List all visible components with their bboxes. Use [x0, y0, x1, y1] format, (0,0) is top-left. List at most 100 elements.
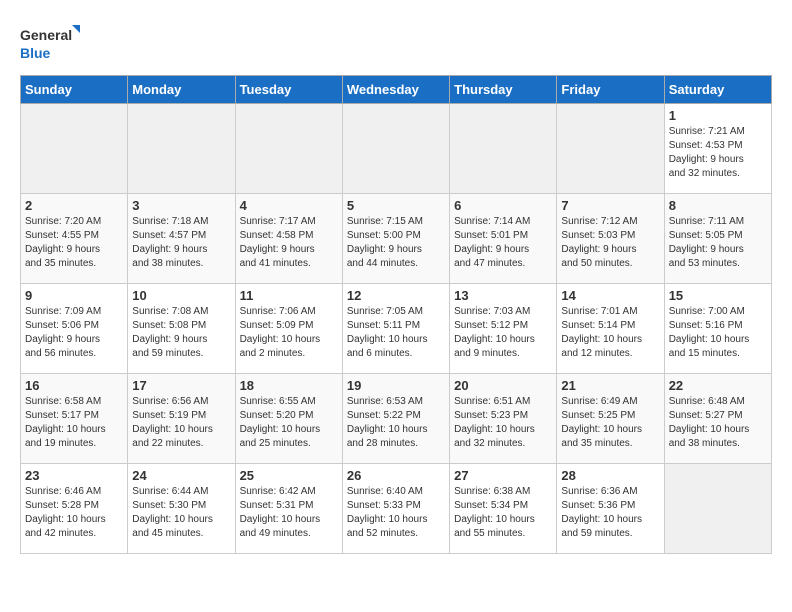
- day-info: Sunrise: 6:56 AM Sunset: 5:19 PM Dayligh…: [132, 395, 230, 451]
- day-cell: [664, 464, 771, 554]
- day-cell: 21 Sunrise: 6:49 AM Sunset: 5:25 PM Dayli…: [557, 374, 664, 464]
- day-number: 26: [347, 468, 445, 483]
- day-cell: 10 Sunrise: 7:08 AM Sunset: 5:08 PM Dayli…: [128, 284, 235, 374]
- day-cell: [235, 104, 342, 194]
- week-row-5: 23 Sunrise: 6:46 AM Sunset: 5:28 PM Dayli…: [21, 464, 772, 554]
- day-info: Sunrise: 7:09 AM Sunset: 5:06 PM Dayligh…: [25, 305, 123, 361]
- day-number: 11: [240, 288, 338, 303]
- day-info: Sunrise: 7:01 AM Sunset: 5:14 PM Dayligh…: [561, 305, 659, 361]
- weekday-header-wednesday: Wednesday: [342, 76, 449, 104]
- day-number: 2: [25, 198, 123, 213]
- svg-text:Blue: Blue: [20, 45, 51, 61]
- day-number: 27: [454, 468, 552, 483]
- day-number: 7: [561, 198, 659, 213]
- day-cell: [557, 104, 664, 194]
- week-row-2: 2 Sunrise: 7:20 AM Sunset: 4:55 PM Daylig…: [21, 194, 772, 284]
- calendar-table: SundayMondayTuesdayWednesdayThursdayFrid…: [20, 75, 772, 554]
- day-cell: 8 Sunrise: 7:11 AM Sunset: 5:05 PM Daylig…: [664, 194, 771, 284]
- day-cell: 22 Sunrise: 6:48 AM Sunset: 5:27 PM Dayli…: [664, 374, 771, 464]
- day-number: 22: [669, 378, 767, 393]
- day-info: Sunrise: 7:11 AM Sunset: 5:05 PM Dayligh…: [669, 215, 767, 271]
- day-info: Sunrise: 7:08 AM Sunset: 5:08 PM Dayligh…: [132, 305, 230, 361]
- day-info: Sunrise: 6:46 AM Sunset: 5:28 PM Dayligh…: [25, 485, 123, 541]
- day-info: Sunrise: 7:18 AM Sunset: 4:57 PM Dayligh…: [132, 215, 230, 271]
- day-cell: 28 Sunrise: 6:36 AM Sunset: 5:36 PM Dayli…: [557, 464, 664, 554]
- day-info: Sunrise: 6:49 AM Sunset: 5:25 PM Dayligh…: [561, 395, 659, 451]
- week-row-4: 16 Sunrise: 6:58 AM Sunset: 5:17 PM Dayli…: [21, 374, 772, 464]
- day-number: 5: [347, 198, 445, 213]
- day-cell: 24Sunrise: 6:44 AM Sunset: 5:30 PM Dayli…: [128, 464, 235, 554]
- day-cell: 27Sunrise: 6:38 AM Sunset: 5:34 PM Dayli…: [450, 464, 557, 554]
- day-cell: 12 Sunrise: 7:05 AM Sunset: 5:11 PM Dayli…: [342, 284, 449, 374]
- day-number: 21: [561, 378, 659, 393]
- day-cell: 23 Sunrise: 6:46 AM Sunset: 5:28 PM Dayli…: [21, 464, 128, 554]
- day-info: Sunrise: 7:00 AM Sunset: 5:16 PM Dayligh…: [669, 305, 767, 361]
- day-number: 8: [669, 198, 767, 213]
- day-cell: [342, 104, 449, 194]
- day-number: 15: [669, 288, 767, 303]
- day-cell: 3 Sunrise: 7:18 AM Sunset: 4:57 PM Daylig…: [128, 194, 235, 284]
- week-row-3: 9 Sunrise: 7:09 AM Sunset: 5:06 PM Daylig…: [21, 284, 772, 374]
- day-number: 16: [25, 378, 123, 393]
- calendar-body: 1Sunrise: 7:21 AM Sunset: 4:53 PM Daylig…: [21, 104, 772, 554]
- day-number: 3: [132, 198, 230, 213]
- day-number: 13: [454, 288, 552, 303]
- day-cell: 16 Sunrise: 6:58 AM Sunset: 5:17 PM Dayli…: [21, 374, 128, 464]
- day-cell: [21, 104, 128, 194]
- day-cell: 13 Sunrise: 7:03 AM Sunset: 5:12 PM Dayli…: [450, 284, 557, 374]
- weekday-header-tuesday: Tuesday: [235, 76, 342, 104]
- day-info: Sunrise: 6:51 AM Sunset: 5:23 PM Dayligh…: [454, 395, 552, 451]
- day-info: Sunrise: 6:48 AM Sunset: 5:27 PM Dayligh…: [669, 395, 767, 451]
- day-info: Sunrise: 7:12 AM Sunset: 5:03 PM Dayligh…: [561, 215, 659, 271]
- day-info: Sunrise: 7:06 AM Sunset: 5:09 PM Dayligh…: [240, 305, 338, 361]
- day-number: 20: [454, 378, 552, 393]
- calendar-header: SundayMondayTuesdayWednesdayThursdayFrid…: [21, 76, 772, 104]
- day-cell: 5 Sunrise: 7:15 AM Sunset: 5:00 PM Daylig…: [342, 194, 449, 284]
- day-cell: 25 Sunrise: 6:42 AM Sunset: 5:31 PM Dayli…: [235, 464, 342, 554]
- day-info: Sunrise: 6:40 AM Sunset: 5:33 PM Dayligh…: [347, 485, 445, 541]
- day-number: 12: [347, 288, 445, 303]
- weekday-header-row: SundayMondayTuesdayWednesdayThursdayFrid…: [21, 76, 772, 104]
- day-number: 10: [132, 288, 230, 303]
- day-cell: 18Sunrise: 6:55 AM Sunset: 5:20 PM Dayli…: [235, 374, 342, 464]
- day-number: 25: [240, 468, 338, 483]
- day-number: 9: [25, 288, 123, 303]
- day-info: Sunrise: 7:05 AM Sunset: 5:11 PM Dayligh…: [347, 305, 445, 361]
- day-number: 14: [561, 288, 659, 303]
- day-cell: 26 Sunrise: 6:40 AM Sunset: 5:33 PM Dayli…: [342, 464, 449, 554]
- day-cell: 4 Sunrise: 7:17 AM Sunset: 4:58 PM Daylig…: [235, 194, 342, 284]
- day-number: 23: [25, 468, 123, 483]
- day-cell: [450, 104, 557, 194]
- day-info: Sunrise: 7:15 AM Sunset: 5:00 PM Dayligh…: [347, 215, 445, 271]
- day-info: Sunrise: 7:17 AM Sunset: 4:58 PM Dayligh…: [240, 215, 338, 271]
- week-row-1: 1Sunrise: 7:21 AM Sunset: 4:53 PM Daylig…: [21, 104, 772, 194]
- day-cell: 17 Sunrise: 6:56 AM Sunset: 5:19 PM Dayli…: [128, 374, 235, 464]
- day-number: 24: [132, 468, 230, 483]
- day-cell: 2 Sunrise: 7:20 AM Sunset: 4:55 PM Daylig…: [21, 194, 128, 284]
- day-cell: 7 Sunrise: 7:12 AM Sunset: 5:03 PM Daylig…: [557, 194, 664, 284]
- day-number: 4: [240, 198, 338, 213]
- day-info: Sunrise: 6:42 AM Sunset: 5:31 PM Dayligh…: [240, 485, 338, 541]
- day-info: Sunrise: 7:14 AM Sunset: 5:01 PM Dayligh…: [454, 215, 552, 271]
- day-number: 6: [454, 198, 552, 213]
- day-info: Sunrise: 6:58 AM Sunset: 5:17 PM Dayligh…: [25, 395, 123, 451]
- day-cell: 15 Sunrise: 7:00 AM Sunset: 5:16 PM Dayli…: [664, 284, 771, 374]
- day-info: Sunrise: 7:20 AM Sunset: 4:55 PM Dayligh…: [25, 215, 123, 271]
- day-number: 1: [669, 108, 767, 123]
- day-cell: 14 Sunrise: 7:01 AM Sunset: 5:14 PM Dayli…: [557, 284, 664, 374]
- day-info: Sunrise: 7:03 AM Sunset: 5:12 PM Dayligh…: [454, 305, 552, 361]
- logo-svg: General Blue: [20, 20, 80, 65]
- weekday-header-sunday: Sunday: [21, 76, 128, 104]
- logo: General Blue: [20, 20, 80, 65]
- day-number: 17: [132, 378, 230, 393]
- day-number: 18: [240, 378, 338, 393]
- header: General Blue: [20, 20, 772, 65]
- weekday-header-monday: Monday: [128, 76, 235, 104]
- day-cell: 1Sunrise: 7:21 AM Sunset: 4:53 PM Daylig…: [664, 104, 771, 194]
- day-number: 28: [561, 468, 659, 483]
- svg-text:General: General: [20, 27, 72, 43]
- day-info: Sunrise: 6:36 AM Sunset: 5:36 PM Dayligh…: [561, 485, 659, 541]
- day-cell: 11 Sunrise: 7:06 AM Sunset: 5:09 PM Dayli…: [235, 284, 342, 374]
- day-cell: 19Sunrise: 6:53 AM Sunset: 5:22 PM Dayli…: [342, 374, 449, 464]
- day-cell: [128, 104, 235, 194]
